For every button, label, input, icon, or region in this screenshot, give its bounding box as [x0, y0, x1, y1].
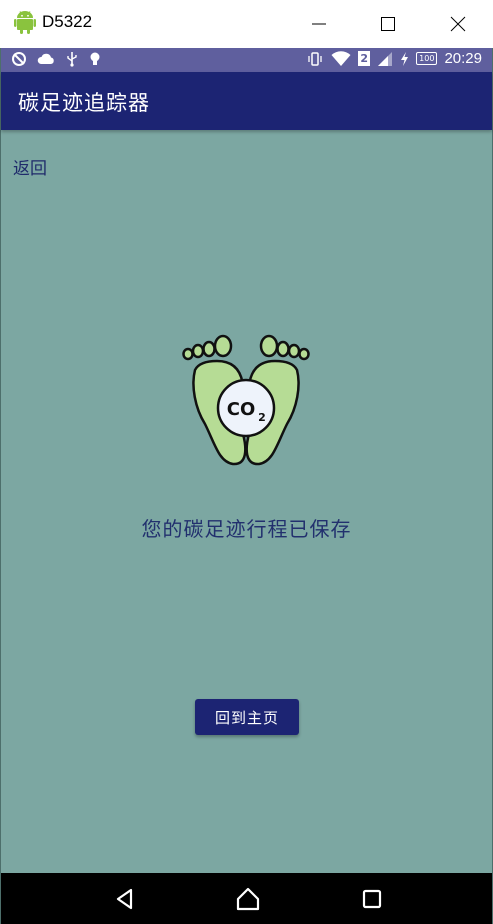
- status-bar: 2 100 20:29: [1, 48, 492, 72]
- co2-label: CO: [227, 399, 256, 420]
- bulb-icon: [90, 52, 100, 65]
- signal-icon: [378, 51, 393, 66]
- android-icon: [14, 11, 36, 34]
- minimize-button[interactable]: [284, 0, 354, 48]
- android-nav-bar: [1, 873, 492, 924]
- saved-message: 您的碳足迹行程已保存: [141, 517, 352, 541]
- svg-text:2: 2: [258, 411, 266, 424]
- back-link[interactable]: 返回: [13, 154, 47, 179]
- back-triangle-icon[interactable]: [111, 885, 139, 913]
- charging-icon: [401, 51, 409, 66]
- footprint-co2-icon: CO 2: [182, 334, 310, 466]
- back-to-home-button[interactable]: 回到主页: [195, 699, 299, 735]
- maximize-button[interactable]: [353, 0, 423, 48]
- close-button[interactable]: [423, 0, 493, 48]
- status-time: 20:29: [444, 50, 482, 67]
- app-title: 碳足迹追踪器: [18, 91, 150, 115]
- sim-slot-indicator: 2: [358, 51, 371, 66]
- device-screen: 2 100 20:29 碳足迹追踪器 返回 CO 2 您的碳足迹行程已保存 回到…: [0, 48, 493, 924]
- recents-square-icon[interactable]: [358, 885, 386, 913]
- cloud-icon: [37, 53, 54, 64]
- data-saver-icon: [12, 52, 26, 66]
- battery-indicator: 100: [416, 52, 438, 65]
- window-titlebar: D5322: [0, 0, 493, 48]
- maximize-icon: [381, 17, 395, 31]
- app-bar: 碳足迹追踪器: [1, 72, 492, 130]
- minimize-icon: [312, 23, 326, 25]
- window-title: D5322: [42, 12, 93, 31]
- home-circle-icon[interactable]: [234, 885, 262, 913]
- vibrate-icon: [308, 51, 322, 66]
- close-icon: [450, 16, 466, 32]
- wifi-icon: [331, 50, 351, 66]
- usb-icon: [67, 52, 77, 67]
